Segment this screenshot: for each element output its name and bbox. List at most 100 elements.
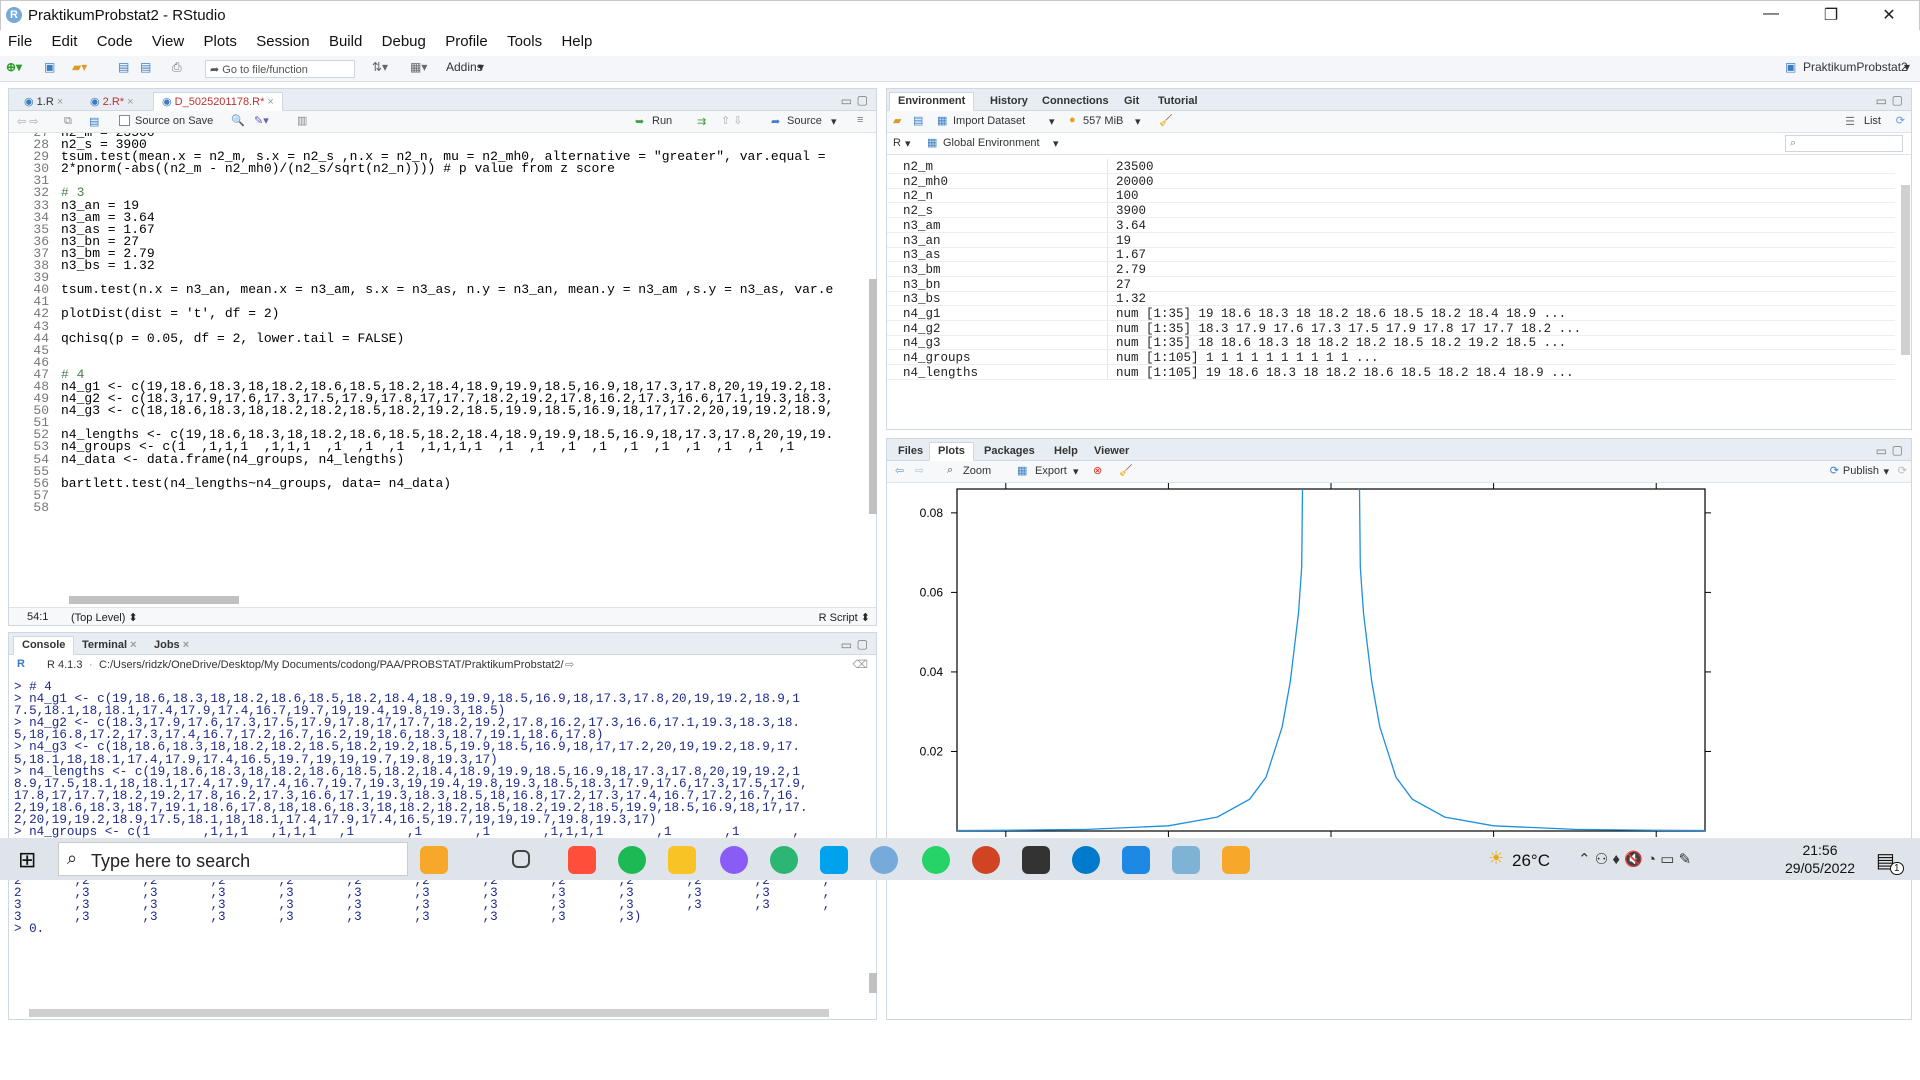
minimize-button[interactable]: — bbox=[1751, 5, 1791, 27]
close-icon[interactable]: × bbox=[183, 639, 189, 651]
code-line[interactable]: n3_am = 3.64 bbox=[61, 211, 833, 224]
app-icon[interactable] bbox=[1222, 846, 1250, 874]
code-lines[interactable]: n2_m = 23500n2_s = 3900tsum.test(mean.x … bbox=[61, 133, 833, 514]
wand-icon[interactable]: ✎▾ bbox=[254, 114, 269, 127]
remove-plot-icon[interactable]: ⊗ bbox=[1093, 464, 1102, 477]
system-tray-icons[interactable]: ⌃ ⚇ ♦ 🔇 ◔ ▭ ✎ bbox=[1578, 850, 1691, 868]
environment-row[interactable]: n3_bm 2.79 bbox=[887, 261, 1895, 277]
console-vscrollbar[interactable] bbox=[869, 973, 877, 993]
tab-1r[interactable]: ◉ 1.R × bbox=[15, 92, 72, 111]
obs-icon[interactable] bbox=[1072, 846, 1100, 874]
code-line[interactable] bbox=[61, 490, 833, 502]
maximize-pane-icon[interactable]: ▢ bbox=[857, 93, 868, 107]
tab-tutorial[interactable]: Tutorial bbox=[1149, 92, 1207, 111]
goto-file-input[interactable]: ➦ Go to file/function bbox=[205, 60, 355, 78]
file-explorer-icon[interactable] bbox=[668, 846, 696, 874]
close-button[interactable]: ✕ bbox=[1869, 5, 1909, 27]
code-line[interactable] bbox=[61, 175, 833, 187]
code-line[interactable]: n4_data <- data.frame(n4_groups, n4_leng… bbox=[61, 452, 833, 466]
menu-edit[interactable]: Edit bbox=[44, 30, 86, 50]
minimize-pane-icon[interactable]: ▭ bbox=[1876, 444, 1887, 458]
minimize-pane-icon[interactable]: ▭ bbox=[841, 638, 852, 652]
print-icon[interactable]: ⎙ bbox=[172, 60, 182, 75]
publish-button[interactable]: Publish bbox=[1843, 465, 1879, 477]
task-view-icon[interactable] bbox=[512, 850, 530, 868]
export-button[interactable]: Export bbox=[1035, 465, 1067, 477]
project-menu[interactable]: PraktikumProbstat2 bbox=[1803, 60, 1908, 74]
environment-row[interactable]: n2_mh0 20000 bbox=[887, 173, 1895, 189]
git-icon[interactable]: ⇅▾ bbox=[372, 60, 388, 74]
console-hscrollbar[interactable] bbox=[29, 1009, 829, 1017]
run-button[interactable]: Run bbox=[652, 115, 672, 127]
clear-console-icon[interactable]: ⌫ bbox=[852, 658, 868, 671]
broom-icon[interactable]: 🧹 bbox=[1159, 114, 1173, 127]
tab-environment[interactable]: Environment bbox=[889, 92, 975, 111]
tab-terminal[interactable]: Terminal × bbox=[73, 636, 146, 655]
maximize-button[interactable]: ❐ bbox=[1811, 5, 1851, 27]
menu-code[interactable]: Code bbox=[89, 30, 141, 50]
vscode-icon[interactable] bbox=[1122, 846, 1150, 874]
open-file-icon[interactable]: ▰▾ bbox=[72, 60, 87, 74]
environment-row[interactable]: n2_m 23500 bbox=[887, 159, 1895, 174]
compile-report-icon[interactable]: ▥ bbox=[297, 114, 307, 127]
code-line[interactable]: n3_bm = 2.79 bbox=[61, 247, 833, 260]
tab-history[interactable]: History bbox=[981, 92, 1037, 111]
minimize-pane-icon[interactable]: ▭ bbox=[1876, 94, 1887, 108]
file-type-selector[interactable]: R Script ⬍ bbox=[819, 611, 870, 624]
tab-plots[interactable]: Plots bbox=[929, 442, 974, 461]
chrome-icon[interactable] bbox=[720, 846, 748, 874]
line-icon[interactable] bbox=[820, 846, 848, 874]
code-line[interactable]: tsum.test(n.x = n3_an, mean.x = n3_am, s… bbox=[61, 283, 833, 296]
weather-temperature[interactable]: 26°C bbox=[1512, 851, 1550, 871]
refresh-icon[interactable]: ⟳ bbox=[1896, 114, 1905, 127]
code-line[interactable] bbox=[61, 345, 833, 357]
code-line[interactable]: bartlett.test(n4_lengths~n4_groups, data… bbox=[61, 477, 833, 490]
import-dataset-button[interactable]: Import Dataset bbox=[953, 115, 1025, 127]
memory-usage[interactable]: 557 MiB bbox=[1083, 115, 1123, 127]
code-line[interactable]: n3_bn = 27 bbox=[61, 235, 833, 248]
go-to-directory-icon[interactable]: ⇨ bbox=[565, 658, 574, 671]
close-icon[interactable]: × bbox=[57, 96, 63, 108]
tab-git[interactable]: Git bbox=[1115, 92, 1148, 111]
show-in-window-icon[interactable]: ⧉ bbox=[64, 115, 72, 128]
environment-row[interactable]: n2_s 3900 bbox=[887, 203, 1895, 219]
refresh-icon[interactable]: ⟳ bbox=[1898, 464, 1907, 477]
environment-row[interactable]: n4_g3 num [1:35] 18 18.6 18.3 18 18.2 18.… bbox=[887, 335, 1895, 351]
code-area[interactable]: 2728293031323334353637383940414243444546… bbox=[9, 133, 867, 601]
editor-vscrollbar[interactable] bbox=[869, 279, 877, 514]
save-workspace-icon[interactable]: ▤ bbox=[913, 114, 923, 127]
new-file-icon[interactable]: ⊕▾ bbox=[6, 60, 22, 74]
environment-row[interactable]: n3_am 3.64 bbox=[887, 217, 1895, 233]
editor-hscrollbar[interactable] bbox=[69, 596, 239, 604]
forward-icon[interactable]: ⇨ bbox=[915, 464, 924, 477]
source-on-save-checkbox[interactable] bbox=[119, 115, 130, 126]
code-line[interactable] bbox=[61, 502, 833, 514]
close-icon[interactable]: × bbox=[127, 96, 133, 108]
save-all-icon[interactable]: ▤ bbox=[140, 60, 151, 74]
rstudio-icon[interactable] bbox=[922, 846, 950, 874]
messenger-icon[interactable] bbox=[770, 846, 798, 874]
back-icon[interactable]: ⇦ bbox=[895, 464, 904, 477]
close-icon[interactable]: × bbox=[267, 96, 273, 108]
grid-icon[interactable]: ▦▾ bbox=[410, 60, 427, 74]
broom-icon[interactable]: 🧹 bbox=[1119, 464, 1133, 477]
code-line[interactable]: n4_g3 <- c(18,18.6,18.3,18,18.2,18.2,18.… bbox=[61, 404, 833, 417]
environment-row[interactable]: n4_groups num [1:105] 1 1 1 1 1 1 1 1 1 1… bbox=[887, 350, 1895, 366]
environment-row[interactable]: n4_lengths num [1:105] 19 18.6 18.3 18 18… bbox=[887, 364, 1895, 380]
load-workspace-icon[interactable]: ▰ bbox=[893, 114, 901, 127]
environment-search-input[interactable]: ⌕ bbox=[1785, 135, 1903, 152]
code-line[interactable]: n3_as = 1.67 bbox=[61, 223, 833, 236]
environment-row[interactable]: n4_g2 num [1:35] 18.3 17.9 17.6 17.3 17.5… bbox=[887, 320, 1895, 336]
menu-file[interactable]: File bbox=[0, 30, 40, 50]
menu-tools[interactable]: Tools bbox=[499, 30, 550, 50]
code-line[interactable]: qchisq(p = 0.05, df = 2, lower.tail = FA… bbox=[61, 332, 833, 345]
scope-selector[interactable]: (Top Level) ⬍ bbox=[71, 611, 138, 624]
code-line[interactable]: n3_bs = 1.32 bbox=[61, 259, 833, 272]
save-icon[interactable]: ▤ bbox=[89, 115, 99, 128]
menu-debug[interactable]: Debug bbox=[374, 30, 434, 50]
environment-row[interactable]: n3_an 19 bbox=[887, 232, 1895, 248]
maximize-pane-icon[interactable]: ▢ bbox=[1892, 93, 1903, 107]
code-line[interactable]: 2*pnorm(-abs((n2_m - n2_mh0)/(n2_s/sqrt(… bbox=[61, 162, 833, 175]
search-icon[interactable]: 🔍 bbox=[231, 114, 245, 127]
minimize-pane-icon[interactable]: ▭ bbox=[841, 94, 852, 108]
